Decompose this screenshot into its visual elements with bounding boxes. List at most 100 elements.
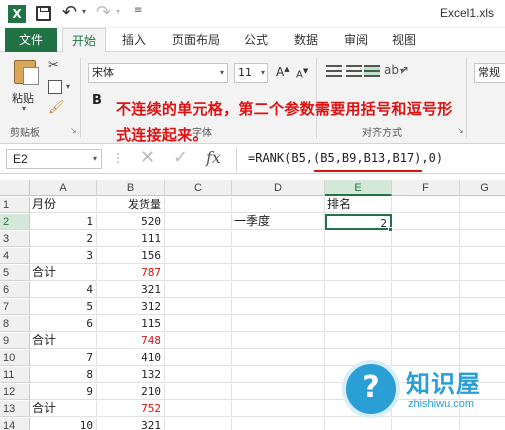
cell-f4[interactable] (392, 248, 460, 264)
cell-b3[interactable]: 111 (97, 231, 165, 247)
cell-d9[interactable] (232, 333, 325, 349)
row-header-7[interactable]: 7 (0, 299, 30, 315)
cell-a1[interactable]: 月份 (30, 197, 97, 213)
cell-e9[interactable] (325, 333, 392, 349)
enter-icon[interactable]: ✓ (173, 147, 188, 168)
row-header-12[interactable]: 12 (0, 384, 30, 400)
cancel-icon[interactable]: ✕ (140, 147, 155, 168)
cell-a7[interactable]: 5 (30, 299, 97, 315)
cell-c1[interactable] (165, 197, 232, 213)
redo-icon[interactable]: ↷ (96, 2, 111, 23)
tab-insert[interactable]: 插入 (112, 28, 156, 52)
cell-b14[interactable]: 321 (97, 418, 165, 430)
cell-a8[interactable]: 6 (30, 316, 97, 332)
cell-d7[interactable] (232, 299, 325, 315)
cell-c6[interactable] (165, 282, 232, 298)
cell-b6[interactable]: 321 (97, 282, 165, 298)
cell-e8[interactable] (325, 316, 392, 332)
format-painter-icon[interactable]: 🖌 (48, 100, 65, 115)
number-format-select[interactable]: 常规 (474, 63, 505, 83)
cell-e6[interactable] (325, 282, 392, 298)
cell-f5[interactable] (392, 265, 460, 281)
copy-icon[interactable] (48, 80, 62, 94)
row-header-4[interactable]: 4 (0, 248, 30, 264)
row-header-3[interactable]: 3 (0, 231, 30, 247)
cell-a13[interactable]: 合计 (30, 401, 97, 417)
undo-icon[interactable]: ↶ (62, 2, 77, 23)
cell-g2[interactable] (460, 214, 505, 230)
cell-f3[interactable] (392, 231, 460, 247)
orientation-dropdown-icon[interactable]: ▾ (400, 66, 404, 75)
cell-c8[interactable] (165, 316, 232, 332)
cell-b11[interactable]: 132 (97, 367, 165, 383)
cell-c10[interactable] (165, 350, 232, 366)
cell-a12[interactable]: 9 (30, 384, 97, 400)
cell-g1[interactable] (460, 197, 505, 213)
column-header-a[interactable]: A (30, 180, 97, 196)
cell-d4[interactable] (232, 248, 325, 264)
row-header-1[interactable]: 1 (0, 197, 30, 213)
tab-home[interactable]: 开始 (62, 28, 106, 53)
cell-d3[interactable] (232, 231, 325, 247)
cell-f6[interactable] (392, 282, 460, 298)
cell-f9[interactable] (392, 333, 460, 349)
row-header-5[interactable]: 5 (0, 265, 30, 281)
cell-a11[interactable]: 8 (30, 367, 97, 383)
column-header-f[interactable]: F (392, 180, 460, 196)
cell-e4[interactable] (325, 248, 392, 264)
cell-d13[interactable] (232, 401, 325, 417)
cell-f2[interactable] (392, 214, 460, 230)
cell-c4[interactable] (165, 248, 232, 264)
decrease-font-icon[interactable]: A▼ (296, 67, 308, 80)
cell-a5[interactable]: 合计 (30, 265, 97, 281)
cell-d1[interactable] (232, 197, 325, 213)
align-top-icon[interactable] (326, 65, 342, 77)
cell-e1[interactable]: 排名 (325, 197, 392, 213)
column-header-e[interactable]: E (325, 180, 392, 196)
column-header-d[interactable]: D (232, 180, 325, 196)
cell-b1[interactable]: 发货量 (97, 197, 165, 213)
cell-e7[interactable] (325, 299, 392, 315)
row-header-8[interactable]: 8 (0, 316, 30, 332)
cell-g8[interactable] (460, 316, 505, 332)
cell-c14[interactable] (165, 418, 232, 430)
cell-e5[interactable] (325, 265, 392, 281)
cell-a6[interactable]: 4 (30, 282, 97, 298)
cell-g3[interactable] (460, 231, 505, 247)
cell-c9[interactable] (165, 333, 232, 349)
cell-d6[interactable] (232, 282, 325, 298)
cell-g4[interactable] (460, 248, 505, 264)
cell-f7[interactable] (392, 299, 460, 315)
tab-view[interactable]: 视图 (382, 28, 426, 52)
cell-g7[interactable] (460, 299, 505, 315)
row-header-10[interactable]: 10 (0, 350, 30, 366)
align-bottom-icon[interactable] (364, 65, 380, 77)
name-box[interactable]: E2 ▾ (6, 149, 102, 169)
cell-b8[interactable]: 115 (97, 316, 165, 332)
cell-d12[interactable] (232, 384, 325, 400)
cell-b7[interactable]: 312 (97, 299, 165, 315)
cell-a14[interactable]: 10 (30, 418, 97, 430)
cell-c13[interactable] (165, 401, 232, 417)
insert-function-icon[interactable]: fx (206, 148, 221, 167)
cell-e2[interactable]: 2 (325, 214, 392, 230)
cell-a9[interactable]: 合计 (30, 333, 97, 349)
bold-button[interactable]: B (92, 93, 102, 108)
cell-f1[interactable] (392, 197, 460, 213)
cell-d10[interactable] (232, 350, 325, 366)
clipboard-launcher-icon[interactable]: ↘ (70, 126, 77, 135)
cell-d5[interactable] (232, 265, 325, 281)
cell-c2[interactable] (165, 214, 232, 230)
column-header-c[interactable]: C (165, 180, 232, 196)
cell-d8[interactable] (232, 316, 325, 332)
cell-c3[interactable] (165, 231, 232, 247)
row-header-14[interactable]: 14 (0, 418, 30, 430)
row-header-11[interactable]: 11 (0, 367, 30, 383)
tab-formulas[interactable]: 公式 (234, 28, 278, 52)
font-size-select[interactable]: 11 ▾ (234, 63, 268, 83)
cell-b10[interactable]: 410 (97, 350, 165, 366)
cell-d14[interactable] (232, 418, 325, 430)
cell-c5[interactable] (165, 265, 232, 281)
font-name-select[interactable]: 宋体 ▾ (88, 63, 228, 83)
cell-c12[interactable] (165, 384, 232, 400)
